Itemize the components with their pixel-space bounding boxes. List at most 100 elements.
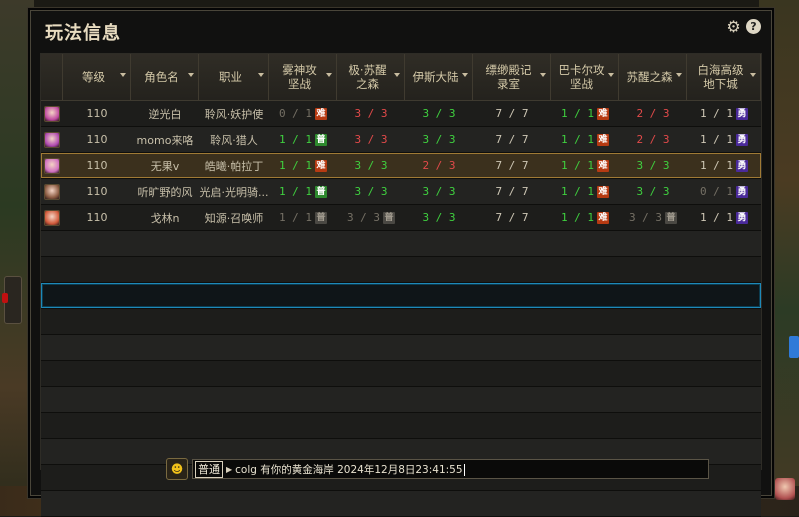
cell-c1: 1 / 1普: [269, 127, 337, 153]
cell-c2: 3 / 3普: [337, 205, 405, 231]
progress-value: 1 / 1: [699, 133, 734, 146]
sort-arrow-icon[interactable]: [188, 73, 194, 77]
empty-row[interactable]: [41, 335, 761, 361]
character-portrait-icon[interactable]: [775, 478, 795, 500]
cell-c1: 0 / 1难: [269, 101, 337, 127]
cell-job: 光启·光明骑...: [199, 185, 269, 199]
cell-c2: 3 / 3: [337, 101, 405, 127]
difficulty-badge: 难: [597, 185, 610, 198]
smiley-icon[interactable]: ☻: [166, 458, 188, 480]
cell-c3: 3 / 3: [405, 205, 473, 231]
progress-value: 3 / 3: [354, 133, 388, 146]
cell-c3: 3 / 3: [405, 127, 473, 153]
avatar-cell: [41, 127, 63, 153]
column-header-c4[interactable]: 缥缈殿记 录室: [473, 54, 551, 100]
cell-c4: 7 / 7: [473, 153, 551, 179]
sort-arrow-icon[interactable]: [462, 73, 468, 77]
chat-bar: ☻ 普通 ▶ colg 有你的黄金海岸 2024年12月8日23:41:55: [166, 458, 709, 480]
avatar-cell: [41, 153, 63, 179]
empty-row[interactable]: [41, 413, 761, 439]
sort-arrow-icon[interactable]: [676, 73, 682, 77]
side-panel-handle[interactable]: [2, 276, 22, 324]
avatar-cell: [41, 205, 63, 231]
sort-arrow-icon[interactable]: [394, 73, 400, 77]
chat-message: colg 有你的黄金海岸 2024年12月8日23:41:55: [235, 463, 465, 476]
column-header-c2[interactable]: 极·苏醒 之森: [337, 54, 405, 100]
avatar: [44, 157, 60, 174]
column-header-job[interactable]: 职业: [199, 54, 269, 100]
empty-row[interactable]: [41, 309, 761, 335]
table-row[interactable]: 110 无果v 皓曦·帕拉丁 1 / 1难3 / 32 / 37 / 71 / 1难3…: [41, 153, 761, 179]
column-header-c5[interactable]: 巴卡尔攻 坚战: [551, 54, 619, 100]
column-header-c3[interactable]: 伊斯大陆: [405, 54, 473, 100]
avatar-cell: [41, 179, 63, 205]
progress-value: 1 / 1: [560, 159, 595, 172]
progress-value: 0 / 1: [699, 185, 734, 198]
column-header-label: 极·苏醒 之森: [348, 63, 387, 91]
gear-icon[interactable]: ⚙: [726, 19, 741, 35]
column-header-label: 巴卡尔攻 坚战: [558, 63, 605, 91]
column-header-avatar: [41, 54, 63, 100]
difficulty-badge: 普: [315, 133, 328, 146]
sort-arrow-icon[interactable]: [258, 73, 264, 77]
cell-level: 110: [86, 185, 108, 198]
side-cube-icon[interactable]: [789, 336, 799, 358]
progress-value: 2 / 3: [636, 133, 670, 146]
cell-c7: 1 / 1勇: [687, 153, 761, 179]
column-header-level[interactable]: 等级: [63, 54, 131, 100]
progress-value: 2 / 3: [422, 159, 456, 172]
highlighted-empty-row[interactable]: [41, 283, 761, 309]
difficulty-badge: 勇: [736, 211, 749, 224]
column-header-name[interactable]: 角色名: [131, 54, 199, 100]
avatar: [44, 209, 60, 226]
progress-value: 3 / 3: [354, 185, 388, 198]
sort-arrow-icon[interactable]: [120, 73, 126, 77]
sort-arrow-icon[interactable]: [540, 73, 546, 77]
sort-arrow-icon[interactable]: [326, 73, 332, 77]
empty-row[interactable]: [41, 361, 761, 387]
empty-row[interactable]: [41, 387, 761, 413]
table-row[interactable]: 110 momo来咯 聆风·猎人 1 / 1普3 / 33 / 37 / 71 / 1…: [41, 127, 761, 153]
cell-c2: 3 / 3: [337, 127, 405, 153]
progress-value: 1 / 1: [278, 211, 313, 224]
sort-arrow-icon[interactable]: [750, 73, 756, 77]
help-icon[interactable]: ?: [746, 19, 761, 34]
difficulty-badge: 勇: [736, 185, 749, 198]
cell-name: momo来咯: [136, 133, 194, 147]
difficulty-badge: 难: [597, 133, 610, 146]
progress-value: 3 / 3: [354, 159, 388, 172]
chat-channel-selector[interactable]: 普通: [195, 460, 223, 478]
cell-c1: 1 / 1普: [269, 179, 337, 205]
column-header-label: 职业: [219, 70, 242, 84]
table-row[interactable]: 110 戈林n 知源·召唤师 1 / 1普3 / 3普3 / 37 / 71 / 1难…: [41, 205, 761, 231]
progress-value: 3 / 3: [422, 133, 456, 146]
progress-value: 1 / 1: [699, 211, 734, 224]
progress-value: 3 / 3: [422, 185, 456, 198]
avatar: [44, 105, 60, 122]
cell-c4: 7 / 7: [473, 127, 551, 153]
cell-name: 听旷野的风: [137, 185, 193, 199]
empty-row[interactable]: [41, 491, 761, 517]
cell-c4: 7 / 7: [473, 101, 551, 127]
empty-row[interactable]: [41, 231, 761, 257]
progress-value: 7 / 7: [495, 211, 529, 224]
progress-value: 3 / 3: [422, 107, 456, 120]
table-row[interactable]: 110 听旷野的风 光启·光明骑... 1 / 1普3 / 33 / 37 / 71 …: [41, 179, 761, 205]
column-header-c7[interactable]: 白海高级 地下城: [687, 54, 761, 100]
table-row[interactable]: 110 逆光白 聆风·妖护使 0 / 1难3 / 33 / 37 / 71 / 1难2…: [41, 101, 761, 127]
column-header-c6[interactable]: 苏醒之森: [619, 54, 687, 100]
progress-value: 1 / 1: [560, 133, 595, 146]
column-header-label: 等级: [82, 70, 105, 84]
cell-c7: 1 / 1勇: [687, 127, 761, 153]
avatar: [44, 183, 60, 200]
column-header-c1[interactable]: 雾神攻 坚战: [269, 54, 337, 100]
sort-arrow-icon[interactable]: [608, 73, 614, 77]
cell-c6: 3 / 3普: [619, 205, 687, 231]
chat-input[interactable]: 普通 ▶ colg 有你的黄金海岸 2024年12月8日23:41:55: [192, 459, 709, 479]
cell-c5: 1 / 1难: [551, 205, 619, 231]
progress-value: 7 / 7: [495, 159, 529, 172]
empty-row[interactable]: [41, 257, 761, 283]
cell-name: 无果v: [150, 159, 180, 173]
cell-c4: 7 / 7: [473, 205, 551, 231]
column-header-label: 白海高级 地下城: [697, 63, 744, 91]
